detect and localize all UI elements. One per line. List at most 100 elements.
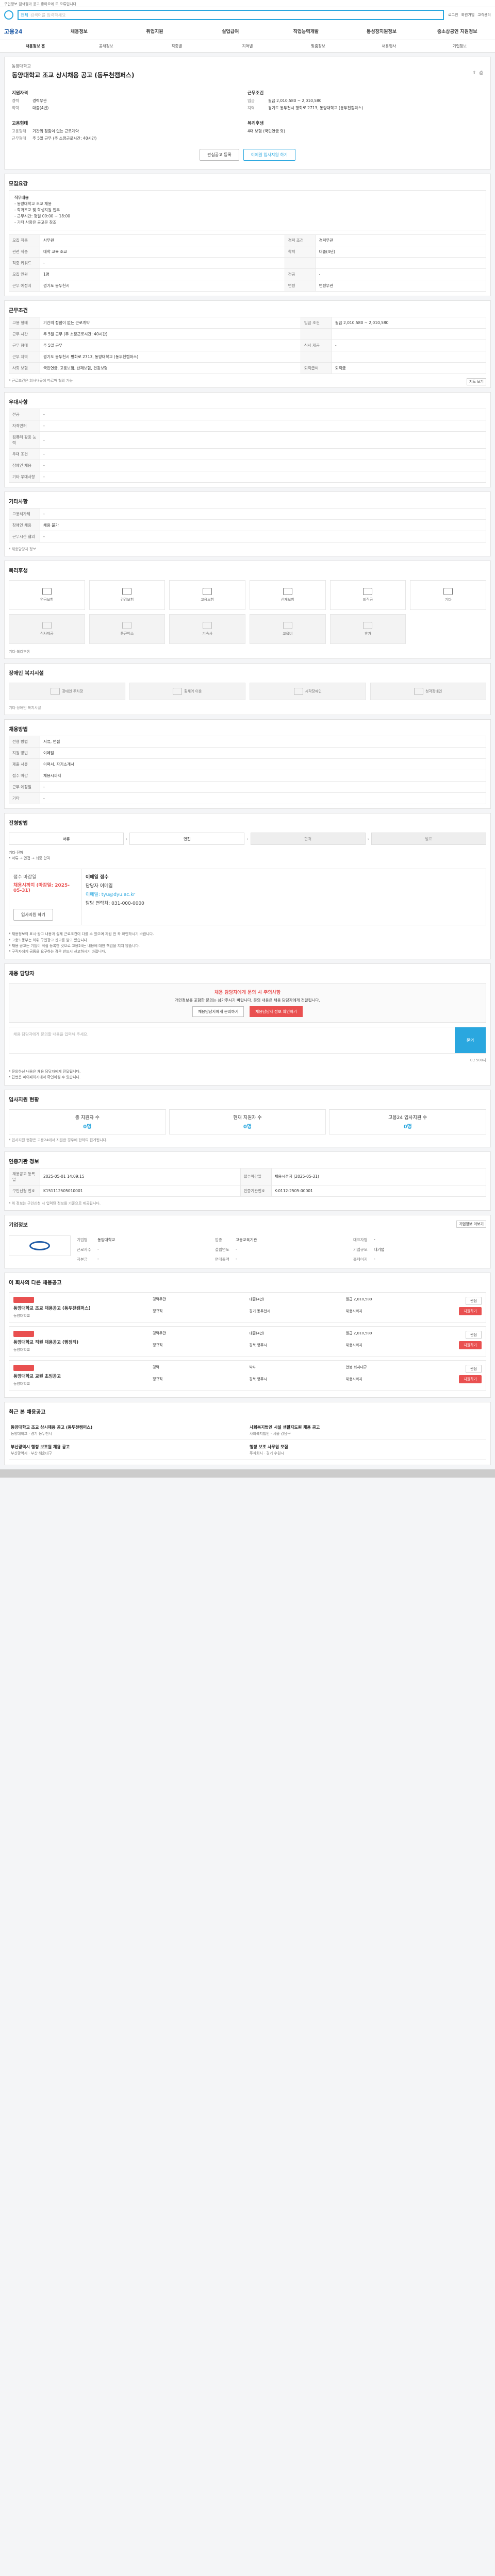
qna-ask-button[interactable]: 채용담당자에게 문의하기 — [192, 1006, 244, 1018]
firm-more-button[interactable]: 기업정보 더보기 — [456, 1220, 486, 1228]
search-scope[interactable]: 전체 — [21, 12, 28, 18]
gnb-item[interactable]: 중소상공인 지원정보 — [419, 28, 495, 35]
gnb-item[interactable]: 직업능력개발 — [268, 28, 344, 35]
email-apply-button[interactable]: 이메일 입사지원 하기 — [243, 149, 296, 161]
brand[interactable]: 고용24 — [0, 27, 41, 36]
recent-title[interactable]: 행정 보조 사무원 모집 — [250, 1444, 484, 1450]
row-key: 고용허가제 — [9, 508, 40, 520]
lnb-item[interactable]: 맞춤정보 — [283, 43, 354, 49]
row-key: 제출 서류 — [9, 758, 40, 770]
table-row: 근무 지역 경기도 동두천시 평화로 2713, 동양대학교 (동두천캠퍼스) — [9, 351, 487, 363]
kv-val: 대기업 — [374, 1247, 385, 1252]
dis-item: 청각장애인 — [370, 683, 486, 700]
lnb-item[interactable]: 채용행사 — [354, 43, 424, 49]
gnb-item[interactable]: 채용정보 — [41, 28, 117, 35]
dis-item: 휠체어 이용 — [129, 683, 245, 700]
employ-icon — [203, 588, 212, 595]
job-apply-button[interactable]: 지원하기 — [459, 1307, 482, 1315]
job-save-button[interactable]: 관심 — [466, 1296, 482, 1305]
wheelchair-icon — [173, 688, 183, 695]
guide-line: - 근무시간: 평일 09:00 ~ 18:00 — [14, 214, 71, 218]
qna-textarea[interactable]: 채용 담당자에게 문의할 내용을 입력해 주세요. — [9, 1027, 455, 1053]
apply-contact: 담당자 이메일 — [86, 884, 113, 889]
qna-info-button[interactable]: 채용담당자 정보 확인하기 — [250, 1006, 303, 1018]
table-row: 전형 방법 서류, 면접 — [9, 736, 486, 748]
cond-section: 근무조건 고용 형태 기간의 정함이 없는 근로계약 임금 조건 월급 2,010,5… — [4, 300, 491, 388]
recent-item[interactable]: 동양대학교 조교 상시채용 공고 (동두천캠퍼스) 동양대학교 · 경기 동두천시 — [9, 1420, 248, 1440]
welfare-label: 식사제공 — [40, 632, 54, 636]
lnb-item[interactable]: 직종별 — [141, 43, 212, 49]
search-box[interactable]: 전체 검색어를 입력하세요 — [18, 10, 444, 20]
gnb-item[interactable]: 취업지원 — [117, 28, 193, 35]
recruit-section: 모집요강 직무내용 - 동양대학교 조교 채용 - 학과조교 및 학생지원 업무… — [4, 174, 491, 296]
recent-title[interactable]: 사회복지법인 시설 생활지도원 채용 공고 — [250, 1425, 484, 1430]
welfare-label: 통근버스 — [120, 632, 134, 636]
section-title: 채용 담당자 — [9, 971, 35, 977]
job-apply-button[interactable]: 지원하기 — [459, 1375, 482, 1383]
etc-note: * 채용담당자 정보 — [9, 547, 37, 551]
row-key: 전형 방법 — [9, 736, 40, 748]
job-card[interactable]: 채용시까지 동양대학교 직원 채용공고 (행정직) 동양대학교 경력무관 대졸(4년) 월… — [9, 1326, 486, 1357]
apply-tel: 담당 연락처: 031-000-0000 — [86, 901, 144, 907]
row-key: 연령 — [284, 280, 316, 292]
dorm-icon — [203, 622, 212, 629]
kv-val: 주 5일 근무 (주 소정근로시간: 40시간) — [32, 136, 97, 141]
qna-send-button[interactable]: 문의 — [455, 1027, 486, 1054]
search-input[interactable]: 검색어를 입력하세요 — [30, 12, 66, 18]
lnb-item[interactable]: 채용정보 홈 — [0, 43, 71, 49]
print-icon[interactable]: ⎙ — [480, 71, 483, 79]
lnb-item[interactable]: 공채정보 — [71, 43, 141, 49]
job-org: 동양대학교 — [13, 1347, 30, 1352]
row-value: - — [40, 409, 486, 420]
top-link-login[interactable]: 로그인 — [448, 12, 458, 18]
accident-icon — [283, 588, 292, 595]
share-icon[interactable]: ⇪ — [472, 71, 476, 79]
job-card[interactable]: 채용시까지 동양대학교 교원 초빙공고 동양대학교 경력 박사 연봉 회사내규 정규직 경북 … — [9, 1360, 486, 1391]
recent-item[interactable]: 부산광역시 행정 보조원 채용 공고 부산광역시 · 부산 해운대구 — [9, 1440, 248, 1460]
row-value: - — [40, 431, 486, 449]
kv-key: 업종 — [215, 1237, 222, 1242]
row-key: 전공 — [9, 409, 40, 420]
top-link-join[interactable]: 회원가입 — [461, 12, 474, 18]
job-card[interactable]: 채용시까지 동양대학교 조교 채용공고 (동두천캠퍼스) 동양대학교 경력무관 대졸(4… — [9, 1292, 486, 1323]
bullet: * 고용노동부는 허위 구인광고 신고를 받고 있습니다. — [9, 938, 89, 942]
job-save-button[interactable]: 관심 — [466, 1364, 482, 1373]
map-button[interactable]: 지도 보기 — [467, 378, 486, 385]
bullet: * 문의하신 내용은 채용 담당자에게 전달됩니다. — [9, 1070, 81, 1074]
gnb-item[interactable]: 통성장지원정보 — [344, 28, 420, 35]
proc-note: 기타 전형 — [9, 851, 23, 855]
recent-item[interactable]: 행정 보조 사무원 모집 주식회사 · 경기 수원시 — [248, 1440, 486, 1460]
apply-button[interactable]: 입사지원 하기 — [13, 909, 53, 921]
recent-item[interactable]: 사회복지법인 시설 생활지도원 채용 공고 사회복지법인 · 서울 강남구 — [248, 1420, 486, 1440]
kv-key: 임금 — [248, 98, 255, 103]
info-note: * 위 정보는 구인신청 시 입력된 정보를 기준으로 제공됩니다. — [9, 1201, 101, 1206]
gnb-item[interactable]: 실업급여 — [192, 28, 268, 35]
row-key: 퇴직급여 — [300, 362, 332, 374]
firm-field: 업종 고등교육기관 — [215, 1237, 348, 1243]
job-meta: 경력 — [153, 1365, 159, 1369]
save-job-button[interactable]: 관심공고 등록 — [199, 149, 239, 161]
summary-heading: 고용형태 — [12, 121, 28, 126]
bullet: * 채용정보의 표시·광고 내용과 실제 근로조건이 다를 수 있으며 지원 전… — [9, 932, 154, 937]
lnb-item[interactable]: 지역별 — [212, 43, 283, 49]
table-row: 근무 예정지 경기도 동두천시 연령 연령무관 — [9, 280, 487, 292]
welfare-item: 퇴직금 — [329, 580, 406, 610]
job-save-button[interactable]: 관심 — [466, 1330, 482, 1339]
logo-icon[interactable] — [4, 10, 13, 20]
job-apply-button[interactable]: 지원하기 — [459, 1341, 482, 1349]
job-title[interactable]: 동양대학교 조교 채용공고 (동두천캠퍼스) — [13, 1305, 153, 1311]
apply-email[interactable]: 이메일: tyu@dyu.ac.kr — [86, 891, 482, 897]
job-title[interactable]: 동양대학교 교원 초빙공고 — [13, 1373, 153, 1379]
job-meta: 경력무관 — [153, 1297, 166, 1301]
top-link-help[interactable]: 고객센터 — [477, 12, 491, 18]
recent-title[interactable]: 부산광역시 행정 보조원 채용 공고 — [11, 1444, 245, 1450]
job-title[interactable]: 동양대학교 직원 채용공고 (행정직) — [13, 1339, 153, 1345]
kv-key: 홈페이지 — [353, 1257, 368, 1262]
etc-icon — [443, 588, 453, 595]
recent-title[interactable]: 동양대학교 조교 상시채용 공고 (동두천캠퍼스) — [11, 1425, 245, 1430]
lnb-item[interactable]: 기업정보 — [424, 43, 495, 49]
kv-key: 대표자명 — [353, 1237, 368, 1242]
job-guide: 직무내용 - 동양대학교 조교 채용 - 학과조교 및 학생지원 업무 - 근무… — [9, 190, 486, 230]
kv-val: - — [236, 1246, 237, 1251]
table-row: 접수 마감 채용시까지 — [9, 770, 486, 782]
